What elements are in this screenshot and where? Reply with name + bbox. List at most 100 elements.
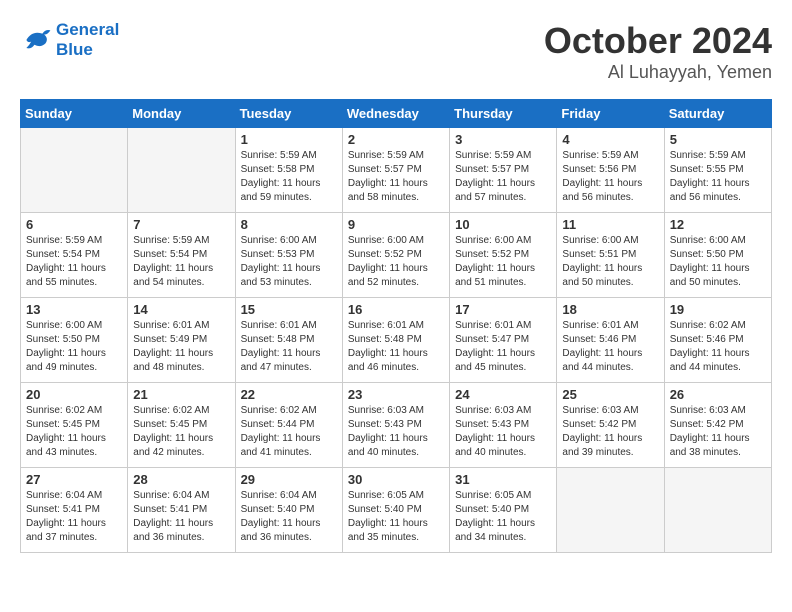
day-info: Sunrise: 6:03 AM Sunset: 5:42 PM Dayligh…	[670, 404, 766, 460]
day-info: Sunrise: 6:02 AM Sunset: 5:44 PM Dayligh…	[241, 404, 337, 460]
day-info: Sunrise: 5:59 AM Sunset: 5:56 PM Dayligh…	[562, 149, 658, 205]
calendar-row: 13 Sunrise: 6:00 AM Sunset: 5:50 PM Dayli…	[21, 298, 772, 383]
calendar-cell: 3 Sunrise: 5:59 AM Sunset: 5:57 PM Daylig…	[450, 128, 557, 213]
day-info: Sunrise: 5:59 AM Sunset: 5:57 PM Dayligh…	[455, 149, 551, 205]
calendar-cell: 19 Sunrise: 6:02 AM Sunset: 5:46 PM Dayli…	[664, 298, 771, 383]
day-info: Sunrise: 6:03 AM Sunset: 5:43 PM Dayligh…	[455, 404, 551, 460]
day-info: Sunrise: 6:05 AM Sunset: 5:40 PM Dayligh…	[348, 489, 444, 545]
day-info: Sunrise: 6:00 AM Sunset: 5:50 PM Dayligh…	[670, 234, 766, 290]
weekday-header-cell: Tuesday	[235, 100, 342, 128]
calendar-cell: 13 Sunrise: 6:00 AM Sunset: 5:50 PM Dayli…	[21, 298, 128, 383]
calendar-cell: 31 Sunrise: 6:05 AM Sunset: 5:40 PM Dayli…	[450, 468, 557, 553]
day-info: Sunrise: 6:03 AM Sunset: 5:43 PM Dayligh…	[348, 404, 444, 460]
day-number: 27	[26, 472, 122, 487]
calendar-cell: 21 Sunrise: 6:02 AM Sunset: 5:45 PM Dayli…	[128, 383, 235, 468]
calendar-cell: 22 Sunrise: 6:02 AM Sunset: 5:44 PM Dayli…	[235, 383, 342, 468]
calendar-cell: 29 Sunrise: 6:04 AM Sunset: 5:40 PM Dayli…	[235, 468, 342, 553]
calendar-cell	[557, 468, 664, 553]
calendar-cell	[664, 468, 771, 553]
weekday-header-cell: Saturday	[664, 100, 771, 128]
calendar-cell: 26 Sunrise: 6:03 AM Sunset: 5:42 PM Dayli…	[664, 383, 771, 468]
day-info: Sunrise: 6:00 AM Sunset: 5:53 PM Dayligh…	[241, 234, 337, 290]
weekday-header-cell: Monday	[128, 100, 235, 128]
day-info: Sunrise: 6:01 AM Sunset: 5:48 PM Dayligh…	[241, 319, 337, 375]
day-info: Sunrise: 5:59 AM Sunset: 5:58 PM Dayligh…	[241, 149, 337, 205]
day-info: Sunrise: 6:05 AM Sunset: 5:40 PM Dayligh…	[455, 489, 551, 545]
calendar-cell: 12 Sunrise: 6:00 AM Sunset: 5:50 PM Dayli…	[664, 213, 771, 298]
weekday-header-row: SundayMondayTuesdayWednesdayThursdayFrid…	[21, 100, 772, 128]
day-number: 13	[26, 302, 122, 317]
day-number: 17	[455, 302, 551, 317]
day-info: Sunrise: 6:01 AM Sunset: 5:46 PM Dayligh…	[562, 319, 658, 375]
day-info: Sunrise: 6:02 AM Sunset: 5:46 PM Dayligh…	[670, 319, 766, 375]
day-number: 3	[455, 132, 551, 147]
day-number: 11	[562, 217, 658, 232]
calendar-cell: 24Sunrise: 6:03 AM Sunset: 5:43 PM Dayli…	[450, 383, 557, 468]
weekday-header-cell: Thursday	[450, 100, 557, 128]
calendar-cell: 17 Sunrise: 6:01 AM Sunset: 5:47 PM Dayli…	[450, 298, 557, 383]
day-number: 2	[348, 132, 444, 147]
day-number: 23	[348, 387, 444, 402]
day-number: 12	[670, 217, 766, 232]
day-number: 29	[241, 472, 337, 487]
calendar-cell: 5Sunrise: 5:59 AM Sunset: 5:55 PM Daylig…	[664, 128, 771, 213]
day-info: Sunrise: 6:04 AM Sunset: 5:40 PM Dayligh…	[241, 489, 337, 545]
weekday-header-cell: Sunday	[21, 100, 128, 128]
calendar-cell	[21, 128, 128, 213]
day-number: 15	[241, 302, 337, 317]
calendar-cell: 14Sunrise: 6:01 AM Sunset: 5:49 PM Dayli…	[128, 298, 235, 383]
day-info: Sunrise: 6:02 AM Sunset: 5:45 PM Dayligh…	[133, 404, 229, 460]
calendar-cell: 6 Sunrise: 5:59 AM Sunset: 5:54 PM Daylig…	[21, 213, 128, 298]
day-number: 25	[562, 387, 658, 402]
location-title: Al Luhayyah, Yemen	[544, 62, 772, 83]
logo: General Blue	[20, 20, 119, 59]
calendar-cell: 18Sunrise: 6:01 AM Sunset: 5:46 PM Dayli…	[557, 298, 664, 383]
calendar-cell: 2 Sunrise: 5:59 AM Sunset: 5:57 PM Daylig…	[342, 128, 449, 213]
day-number: 21	[133, 387, 229, 402]
calendar-cell: 7 Sunrise: 5:59 AM Sunset: 5:54 PM Daylig…	[128, 213, 235, 298]
calendar-cell: 15 Sunrise: 6:01 AM Sunset: 5:48 PM Dayli…	[235, 298, 342, 383]
day-number: 16	[348, 302, 444, 317]
day-info: Sunrise: 6:01 AM Sunset: 5:47 PM Dayligh…	[455, 319, 551, 375]
page-header: General Blue October 2024 Al Luhayyah, Y…	[20, 20, 772, 83]
logo-text: General Blue	[56, 20, 119, 59]
calendar-cell: 8 Sunrise: 6:00 AM Sunset: 5:53 PM Daylig…	[235, 213, 342, 298]
day-info: Sunrise: 6:00 AM Sunset: 5:52 PM Dayligh…	[455, 234, 551, 290]
day-number: 31	[455, 472, 551, 487]
day-number: 26	[670, 387, 766, 402]
calendar-row: 6 Sunrise: 5:59 AM Sunset: 5:54 PM Daylig…	[21, 213, 772, 298]
logo-bird-icon	[20, 24, 52, 56]
calendar-cell: 4Sunrise: 5:59 AM Sunset: 5:56 PM Daylig…	[557, 128, 664, 213]
calendar-cell: 16 Sunrise: 6:01 AM Sunset: 5:48 PM Dayli…	[342, 298, 449, 383]
day-info: Sunrise: 6:04 AM Sunset: 5:41 PM Dayligh…	[133, 489, 229, 545]
day-info: Sunrise: 6:01 AM Sunset: 5:48 PM Dayligh…	[348, 319, 444, 375]
day-info: Sunrise: 5:59 AM Sunset: 5:57 PM Dayligh…	[348, 149, 444, 205]
day-number: 9	[348, 217, 444, 232]
title-block: October 2024 Al Luhayyah, Yemen	[544, 20, 772, 83]
calendar-cell: 25 Sunrise: 6:03 AM Sunset: 5:42 PM Dayli…	[557, 383, 664, 468]
calendar-cell: 1Sunrise: 5:59 AM Sunset: 5:58 PM Daylig…	[235, 128, 342, 213]
day-number: 6	[26, 217, 122, 232]
calendar-table: SundayMondayTuesdayWednesdayThursdayFrid…	[20, 99, 772, 553]
weekday-header-cell: Friday	[557, 100, 664, 128]
day-number: 5	[670, 132, 766, 147]
day-number: 7	[133, 217, 229, 232]
day-info: Sunrise: 6:04 AM Sunset: 5:41 PM Dayligh…	[26, 489, 122, 545]
calendar-body: 1Sunrise: 5:59 AM Sunset: 5:58 PM Daylig…	[21, 128, 772, 553]
calendar-cell: 11Sunrise: 6:00 AM Sunset: 5:51 PM Dayli…	[557, 213, 664, 298]
day-info: Sunrise: 5:59 AM Sunset: 5:54 PM Dayligh…	[133, 234, 229, 290]
day-number: 20	[26, 387, 122, 402]
day-number: 8	[241, 217, 337, 232]
day-number: 19	[670, 302, 766, 317]
calendar-cell: 23 Sunrise: 6:03 AM Sunset: 5:43 PM Dayli…	[342, 383, 449, 468]
day-number: 22	[241, 387, 337, 402]
calendar-cell: 28 Sunrise: 6:04 AM Sunset: 5:41 PM Dayli…	[128, 468, 235, 553]
calendar-cell	[128, 128, 235, 213]
day-info: Sunrise: 5:59 AM Sunset: 5:54 PM Dayligh…	[26, 234, 122, 290]
day-info: Sunrise: 6:03 AM Sunset: 5:42 PM Dayligh…	[562, 404, 658, 460]
calendar-row: 1Sunrise: 5:59 AM Sunset: 5:58 PM Daylig…	[21, 128, 772, 213]
day-info: Sunrise: 6:00 AM Sunset: 5:52 PM Dayligh…	[348, 234, 444, 290]
calendar-row: 20 Sunrise: 6:02 AM Sunset: 5:45 PM Dayli…	[21, 383, 772, 468]
day-info: Sunrise: 6:00 AM Sunset: 5:50 PM Dayligh…	[26, 319, 122, 375]
day-number: 28	[133, 472, 229, 487]
